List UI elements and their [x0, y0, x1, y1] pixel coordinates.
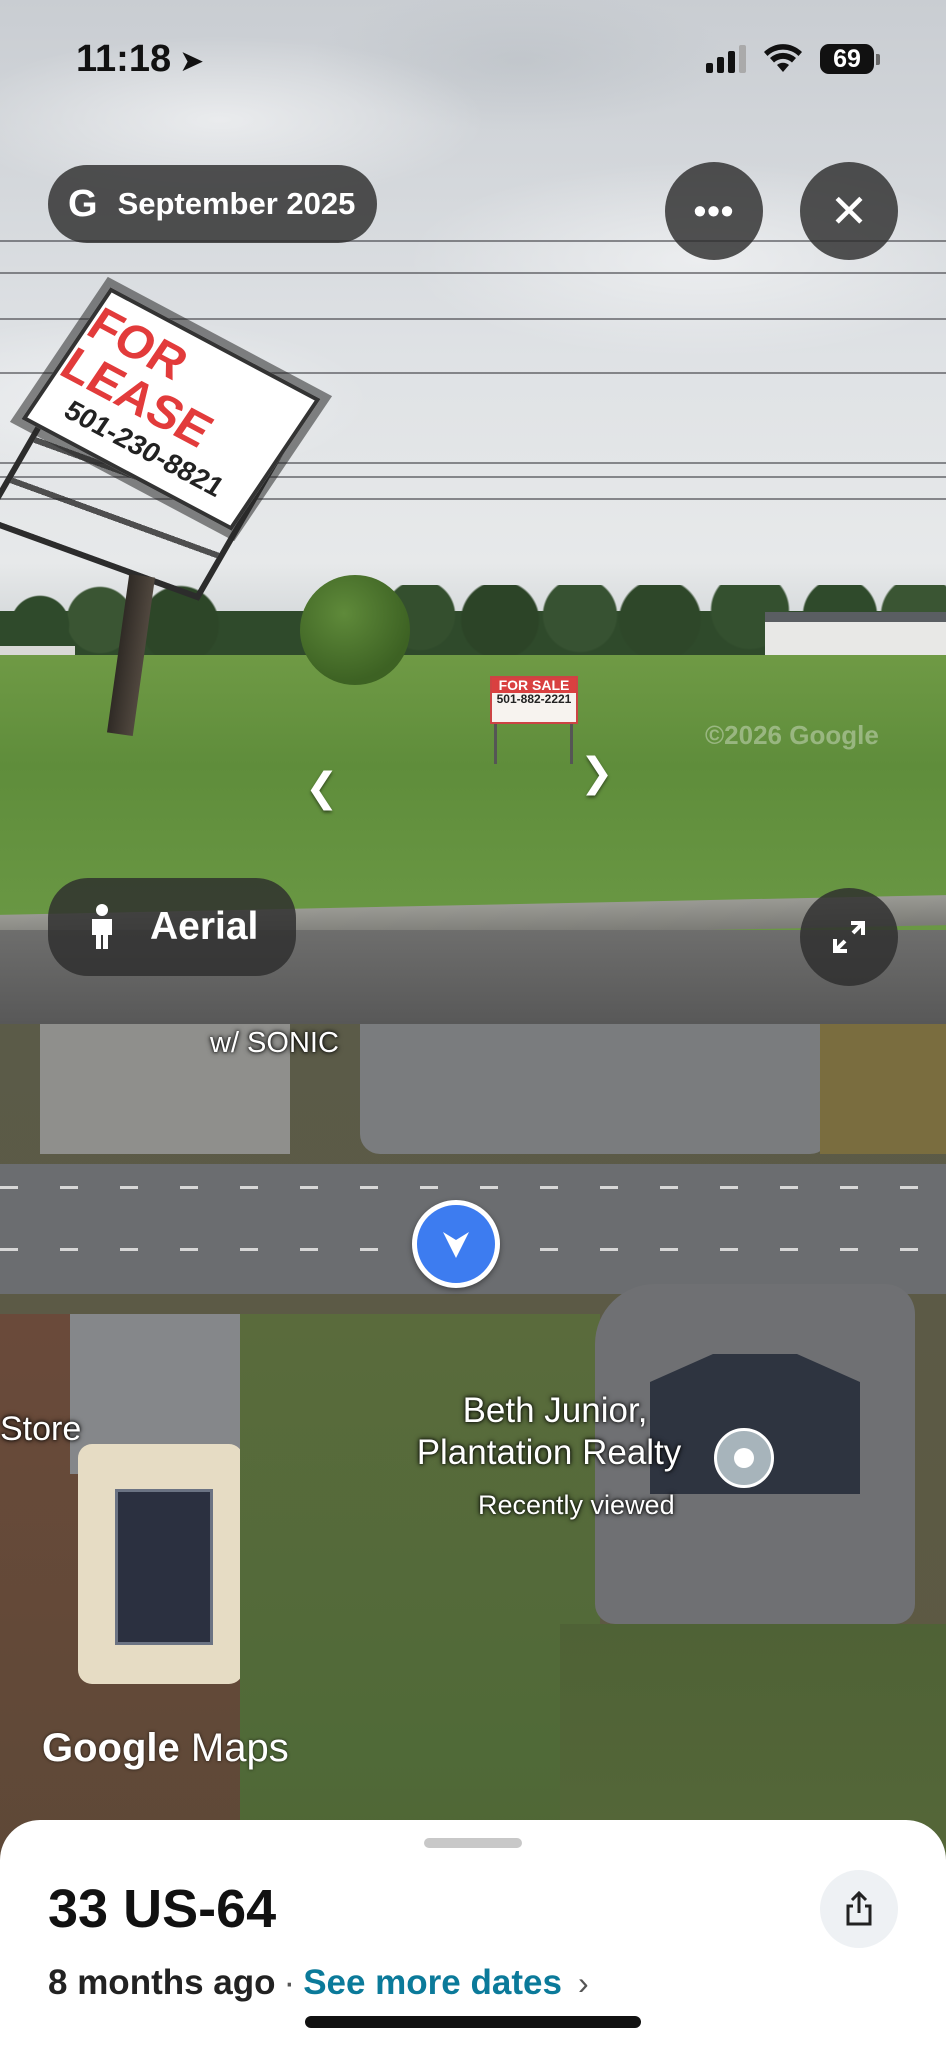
share-icon — [846, 1891, 872, 1926]
close-button[interactable]: ✕ — [800, 162, 898, 260]
poi-label-sonic[interactable]: w/ SONIC — [210, 1027, 339, 1060]
sale-sign-text: FOR SALE — [492, 677, 576, 694]
sign-post — [494, 720, 497, 764]
place-label[interactable]: Beth Junior, Plantation Realty — [405, 1390, 705, 1474]
address-title: 33 US-64 — [48, 1879, 277, 1939]
bottom-sheet[interactable]: 33 US-64 8 months ago · See more dates › — [0, 1820, 946, 2048]
place-name-line1: Beth Junior, — [462, 1391, 648, 1430]
expand-icon — [833, 921, 865, 953]
status-time-text: 11:18 — [76, 38, 172, 80]
share-button[interactable] — [820, 1870, 898, 1948]
close-icon: ✕ — [829, 185, 869, 237]
google-watermark: ©2026 Google — [705, 720, 879, 750]
google-maps-logo: Google Maps — [42, 1726, 289, 1771]
pegman-icon — [92, 904, 112, 949]
place-status: Recently viewed — [478, 1490, 675, 1520]
sheet-grabber[interactable] — [424, 1838, 522, 1848]
place-pin-icon[interactable] — [714, 1428, 774, 1488]
separator: · — [283, 1963, 296, 2002]
home-indicator — [305, 2016, 641, 2028]
lane-marking — [0, 1186, 946, 1189]
location-arrow-icon: ➤ — [179, 45, 205, 78]
expand-button[interactable] — [800, 888, 898, 986]
see-more-dates-link[interactable]: See more dates — [303, 1963, 562, 2003]
battery-icon: 69 — [820, 44, 880, 74]
date-selector-button[interactable]: G September 2025 — [48, 165, 378, 243]
power-line — [0, 272, 946, 274]
date-info-row: 8 months ago · See more dates › — [48, 1963, 589, 2003]
chevron-right-icon[interactable]: › — [578, 1965, 589, 2002]
nav-arrow-right-icon[interactable]: ❯ — [580, 750, 614, 796]
logo-maps: Maps — [190, 1726, 289, 1770]
wifi-icon — [764, 44, 802, 72]
more-options-button[interactable]: ••• — [665, 162, 763, 260]
cellular-signal-icon — [706, 45, 746, 73]
aerial-toggle-button[interactable]: Aerial — [48, 878, 297, 976]
for-sale-sign: FOR SALE 501-882-2221 — [490, 676, 578, 724]
poi-label-store[interactable]: Store — [0, 1410, 81, 1449]
status-indicators: 69 — [706, 44, 880, 74]
battery-level: 69 — [820, 44, 874, 74]
direction-arrow-icon — [443, 1232, 469, 1258]
status-time: 11:18 ➤ — [76, 38, 204, 81]
nav-arrow-left-icon[interactable]: ❮ — [305, 765, 339, 811]
logo-google: Google — [42, 1726, 180, 1770]
sign-post — [570, 720, 573, 764]
building-roof — [115, 1489, 213, 1645]
tree — [300, 575, 410, 685]
place-name-line2: Plantation Realty — [416, 1433, 682, 1472]
parking-lot — [360, 1024, 830, 1154]
google-g-icon: G — [68, 182, 98, 225]
capture-age: 8 months ago — [48, 1963, 276, 2002]
field — [820, 1024, 946, 1154]
sale-sign-phone: 501-882-2221 — [496, 692, 572, 707]
date-label: September 2025 — [117, 186, 356, 221]
more-icon: ••• — [693, 190, 735, 231]
aerial-label: Aerial — [150, 905, 259, 948]
pegman-marker-icon[interactable] — [412, 1200, 500, 1288]
street-view-panorama[interactable]: FOR LEASE 501-230-8821 FOR SALE 501-882-… — [0, 0, 946, 1024]
